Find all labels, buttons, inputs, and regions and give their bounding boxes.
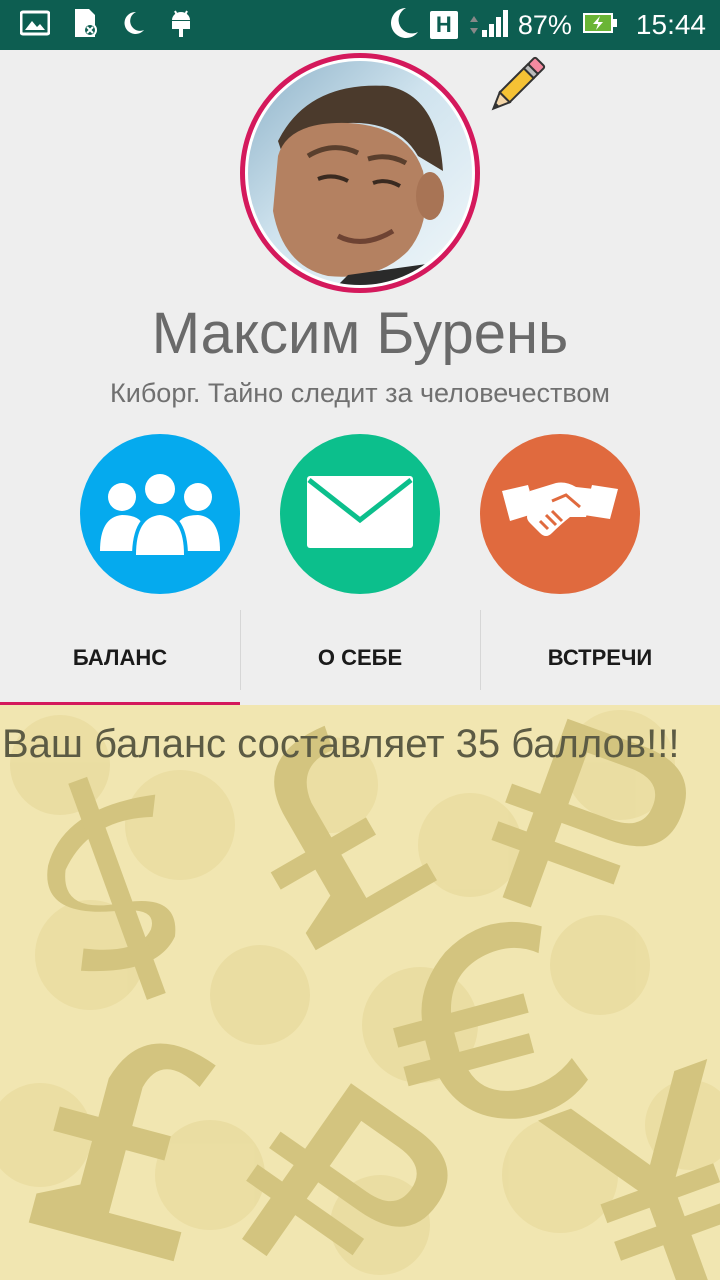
pencil-icon (480, 56, 552, 126)
edit-profile-button[interactable] (480, 50, 552, 122)
sd-card-icon (72, 8, 98, 43)
profile-name: Максим Бурень (151, 301, 569, 366)
android-icon (168, 8, 194, 43)
friends-button[interactable] (80, 434, 240, 594)
messages-button[interactable] (280, 434, 440, 594)
signal-icon (468, 8, 508, 43)
network-h-icon: H (429, 11, 458, 39)
image-icon (19, 10, 51, 41)
tab-balance[interactable]: БАЛАНС (0, 610, 240, 705)
currency-background (0, 710, 720, 1280)
meetings-button[interactable] (480, 434, 640, 594)
avatar-frame[interactable] (240, 53, 480, 293)
status-bar-right: H 87% 15:44 (386, 6, 706, 45)
avatar (248, 61, 472, 285)
status-bar-left (19, 8, 194, 43)
balance-panel: Ваш баланс составляет 35 баллов!!! (0, 705, 720, 1280)
balance-message: Ваш баланс составляет 35 баллов!!! (2, 722, 680, 766)
tab-meetings[interactable]: ВСТРЕЧИ (480, 610, 720, 705)
moon-icon (386, 6, 420, 45)
handshake-icon (500, 477, 620, 552)
profile-header: Максим Бурень Киборг. Тайно следит за че… (0, 50, 720, 706)
moon-icon (120, 10, 146, 41)
clock: 15:44 (635, 9, 706, 40)
envelope-icon (305, 474, 415, 555)
tab-bar: БАЛАНС О СЕБЕ ВСТРЕЧИ (0, 610, 720, 705)
tab-about[interactable]: О СЕБЕ (240, 610, 480, 705)
group-icon (98, 467, 222, 562)
battery-charging-icon (582, 11, 618, 40)
battery-percent: 87% (517, 9, 572, 40)
status-bar: H 87% 15:44 (0, 0, 720, 50)
profile-status: Киборг. Тайно следит за человечеством (110, 378, 610, 408)
